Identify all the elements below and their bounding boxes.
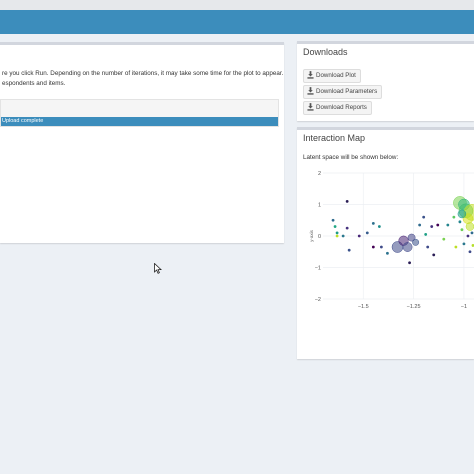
y-tick-label: 0 [318,234,321,240]
scatter-point [442,237,446,241]
scatter-point [457,209,467,219]
x-tick-label: −1 [461,304,467,310]
scatter-point [331,218,335,222]
scatter-point [470,231,474,235]
browser-top-strip [0,0,474,10]
upload-status-text: Upload complete [2,118,44,124]
y-tick-label: −2 [315,297,321,303]
scatter-point [371,222,375,225]
scatter-point [422,215,426,219]
scatter-point [408,261,411,265]
app-header-bar [0,10,474,34]
download-icon [307,71,314,79]
download-parameters-label: Download Parameters [316,88,378,95]
download-plot-button[interactable]: Download Plot [303,69,361,83]
scatter-point [430,225,434,228]
upload-progress: Upload complete [0,99,279,127]
scatter-point [452,215,456,219]
scatter-point [371,245,375,249]
download-plot-label: Download Plot [316,72,356,79]
x-tick-label: −1.25 [407,304,421,310]
download-reports-button[interactable]: Download Reports [303,101,372,115]
latent-space-plot[interactable]: 2 1 0 −1 −2 −1.5 −1.25 −1 y-axis [297,166,474,316]
downloads-panel: Downloads Download Plot Download Paramet… [297,41,474,121]
scatter-point [402,242,413,252]
scatter-point [345,199,349,203]
download-parameters-button[interactable]: Download Parameters [303,85,383,99]
scatter-point [345,226,349,230]
scatter-point [341,234,345,238]
instruction-line-1: re you click Run. Depending on the numbe… [2,70,284,77]
scatter-point [465,222,474,231]
scatter-point [379,245,383,249]
scatter-point [386,251,389,255]
scatter-point [454,245,458,249]
scatter-point [335,234,339,238]
interaction-map-caption: Latent space will be shown below: [303,154,399,161]
scatter-point [377,225,381,228]
y-tick-label: 2 [318,171,321,177]
scatter-point [412,238,420,246]
scatter-point [458,220,462,224]
scatter-point [365,231,369,235]
download-icon [307,87,314,95]
scatter-point [446,223,450,227]
scatter-point [436,223,440,227]
interaction-map-title: Interaction Map [303,133,366,143]
scatter-point [357,234,361,238]
y-tick-label: 1 [318,203,321,209]
interaction-map-panel: Interaction Map Latent space will be sho… [297,127,474,359]
y-tick-label: −1 [315,266,321,272]
scatter-point [335,231,339,235]
instruction-line-2: espondents and items. [2,80,66,87]
scatter-point [466,234,470,238]
scatter-point [462,242,466,246]
scatter-point [468,250,472,254]
scatter-point [418,223,422,227]
scatter-point [460,228,464,232]
run-instructions: re you click Run. Depending on the numbe… [2,69,283,89]
scatter-point [424,233,428,236]
downloads-title: Downloads [303,47,348,57]
download-reports-label: Download Reports [316,104,367,111]
y-axis-label: y-axis [309,229,314,242]
mouse-cursor-icon [154,263,162,274]
scatter-point [333,225,337,228]
scatter-point [426,245,430,249]
upload-progress-bar: Upload complete [1,117,278,126]
scatter-point [347,248,351,252]
run-panel: re you click Run. Depending on the numbe… [0,42,284,243]
download-icon [307,103,314,111]
x-tick-label: −1.5 [358,304,369,310]
scatter-point [432,253,436,257]
